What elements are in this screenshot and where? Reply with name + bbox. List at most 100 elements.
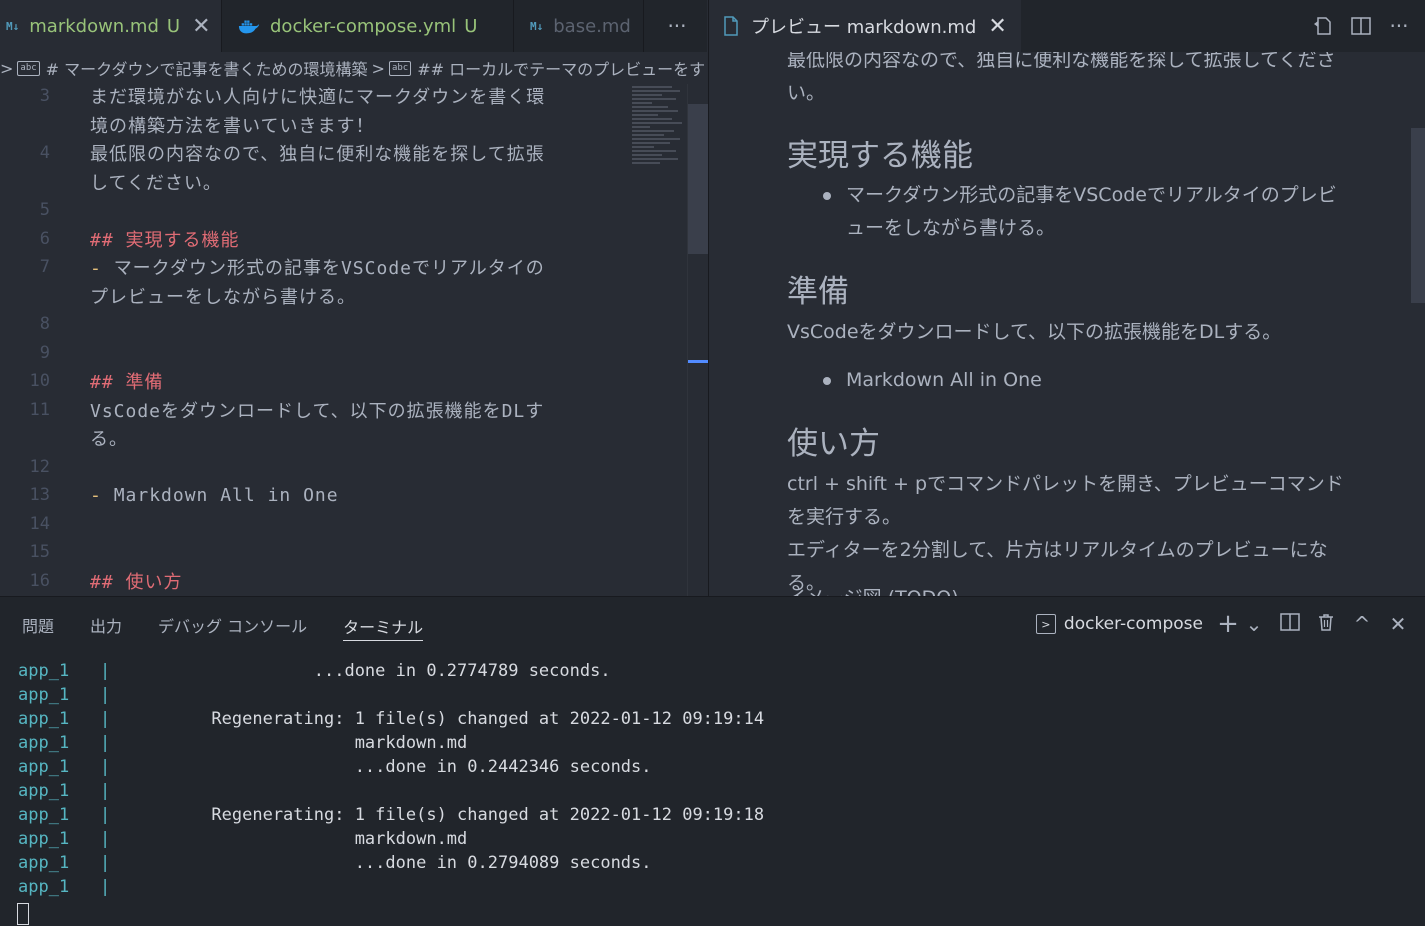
code-text: 境の構築方法を書いていきます！ [90, 112, 374, 138]
scrollbar-thumb[interactable] [688, 104, 708, 254]
maximize-panel-icon[interactable]: ^ [1351, 612, 1373, 636]
breadcrumb-item-heading1[interactable]: abc # マークダウンで記事を書くための環境構築 [17, 56, 368, 80]
preview-paragraph: VsCodeをダウンロードして、以下の拡張機能をDLする。 [787, 321, 1282, 343]
breadcrumb-label: # マークダウンで記事を書くための環境構築 [45, 60, 368, 79]
list-marker: - [90, 258, 102, 279]
preview-heading-features: 実現する機能 [787, 138, 973, 174]
line-number: 6 [39, 228, 50, 249]
editor-line[interactable]: 12 [0, 453, 687, 481]
terminal-line: app_1 | [18, 781, 150, 805]
terminal-line: app_1 | markdown.md [18, 733, 467, 757]
tab-debug-console[interactable]: デバッグ コンソール [158, 597, 307, 653]
tab-preview-markdown[interactable]: プレビュー markdown.md ✕ [709, 0, 1021, 52]
separator: | [100, 829, 111, 849]
service-name: app_1 [18, 757, 70, 777]
cursor-position-marker [688, 360, 708, 363]
terminal-selector[interactable]: > docker-compose [1035, 614, 1203, 634]
markdown-icon: M↓ [530, 19, 544, 33]
preview-list-item: Markdown All in One [846, 369, 1042, 391]
terminal-name: docker-compose [1063, 614, 1203, 634]
editor-line[interactable]: 13 - Markdown All in One [0, 481, 687, 509]
editor-line[interactable]: 4 最低限の内容なので、独自に便利な機能を探して拡張 [0, 139, 687, 167]
close-icon[interactable]: ✕ [192, 14, 210, 39]
code-text: VsCodeをダウンロードして、以下の拡張機能をDLす [90, 397, 544, 423]
line-content: 準備 [125, 372, 164, 393]
minimap[interactable] [632, 86, 684, 172]
line-number: 15 [29, 542, 50, 562]
editor-line[interactable]: してください。 [0, 168, 687, 196]
editor-line[interactable]: 7 - マークダウン形式の記事をVSCodeでリアルタイの [0, 253, 687, 281]
line-number: 8 [39, 314, 50, 334]
tab-output[interactable]: 出力 [90, 597, 122, 653]
editor-line[interactable]: 9 [0, 339, 687, 367]
split-editor-icon[interactable] [1350, 15, 1372, 37]
editor-line[interactable]: 8 [0, 310, 687, 338]
heading-marker: ## [90, 372, 114, 393]
editor-line[interactable]: 3 まだ環境がない人向けに快適にマークダウンを書く環 [0, 84, 687, 110]
preview-list-item: マークダウン形式の記事をVSCodeでリアルタイのプレビューをしながら書ける。 [846, 184, 1337, 239]
service-name: app_1 [18, 709, 70, 729]
more-actions-button[interactable]: ··· [647, 0, 707, 52]
tab-problems[interactable]: 問題 [22, 597, 54, 653]
code-text: プレビューをしながら書ける。 [90, 283, 356, 309]
tab-docker-compose-yml[interactable]: docker-compose.yml U [222, 0, 514, 52]
editor-line[interactable]: 5 [0, 196, 687, 224]
left-editor-group: M↓ markdown.md U ✕ docker-compose.yml U … [0, 0, 708, 596]
line-content: 使い方 [125, 571, 183, 593]
tab-label: プレビュー markdown.md [751, 17, 977, 38]
new-terminal-button[interactable]: + [1217, 609, 1239, 639]
editor-line[interactable]: 15 [0, 538, 687, 566]
line-number: 5 [39, 200, 50, 220]
preview-heading-usage: 使い方 [787, 426, 880, 462]
editor-line[interactable]: 11 VsCodeをダウンロードして、以下の拡張機能をDLす [0, 396, 687, 424]
tab-terminal[interactable]: ターミナル [343, 611, 424, 641]
breadcrumb-label: ## ローカルでテーマのプレビューをする [417, 60, 707, 79]
right-tab-bar: プレビュー markdown.md ✕ ··· [709, 0, 1425, 52]
open-source-icon[interactable] [1312, 15, 1334, 37]
log-message: Regenerating: 1 file(s) changed at 2022-… [150, 805, 765, 825]
close-icon[interactable]: ✕ [988, 14, 1006, 39]
tab-base-md[interactable]: M↓ base.md [514, 0, 644, 52]
code-text: 最低限の内容なので、独自に便利な機能を探して拡張 [90, 140, 545, 166]
log-message: ...done in 0.2794089 seconds. [150, 853, 652, 873]
editor-line[interactable]: プレビューをしながら書ける。 [0, 282, 687, 310]
service-name: app_1 [18, 853, 70, 873]
bottom-panel: 問題 出力 デバッグ コンソール ターミナル > docker-compose … [0, 596, 1425, 926]
close-panel-icon[interactable]: ✕ [1387, 612, 1409, 636]
trash-icon[interactable] [1315, 612, 1337, 637]
terminal-line: app_1 | ...done in 0.2774789 seconds. [18, 661, 611, 685]
untracked-badge: U [464, 15, 478, 37]
code-text: - Markdown All in One [90, 485, 339, 506]
code-editor[interactable]: 3 まだ環境がない人向けに快適にマークダウンを書く環 境の構築方法を書いていきます！… [0, 84, 687, 596]
tab-markdown-md[interactable]: M↓ markdown.md U ✕ [0, 0, 222, 52]
editor-line[interactable]: 14 [0, 510, 687, 538]
editor-scrollbar[interactable] [687, 84, 708, 596]
editor-line[interactable]: 10 ## 準備 [0, 367, 687, 395]
editor-line[interactable]: 6 ## 実現する機能 [0, 225, 687, 253]
line-number: 4 [39, 143, 50, 163]
heading-marker: ## [90, 229, 114, 251]
terminal-line: app_1 | ...done in 0.2794089 seconds. [18, 853, 652, 877]
list-marker: - [90, 484, 102, 506]
separator: | [100, 853, 111, 873]
more-actions-icon[interactable]: ··· [1388, 14, 1410, 38]
terminal-cursor [17, 903, 29, 925]
editor-line[interactable]: 境の構築方法を書いていきます！ [0, 111, 687, 139]
terminal-output[interactable]: app_1 | ...done in 0.2774789 seconds. app_… [0, 661, 1425, 926]
line-number: 7 [39, 257, 50, 277]
preview-scrollbar-thumb[interactable] [1411, 128, 1425, 303]
split-terminal-icon[interactable] [1279, 612, 1301, 637]
markdown-preview: 最低限の内容なので、独自に便利な機能を探して拡張してくださ い。 実現する機能 … [709, 52, 1409, 596]
breadcrumb-item-heading2[interactable]: abc ## ローカルでテーマのプレビューをする [388, 56, 707, 80]
line-content: 実現する機能 [125, 229, 240, 251]
terminal-line: app_1 | [18, 877, 150, 901]
terminal-line: app_1 | markdown.md [18, 829, 467, 853]
editor-line[interactable]: る。 [0, 424, 687, 452]
separator: | [100, 805, 111, 825]
chevron-down-icon[interactable]: ⌄ [1243, 612, 1265, 636]
code-text: まだ環境がない人向けに快適にマークダウンを書く環 [90, 84, 545, 109]
separator: | [100, 733, 111, 753]
line-number: 10 [29, 371, 50, 391]
terminal-icon: > [1035, 614, 1056, 634]
editor-line[interactable]: 16 ## 使い方 [0, 567, 687, 595]
